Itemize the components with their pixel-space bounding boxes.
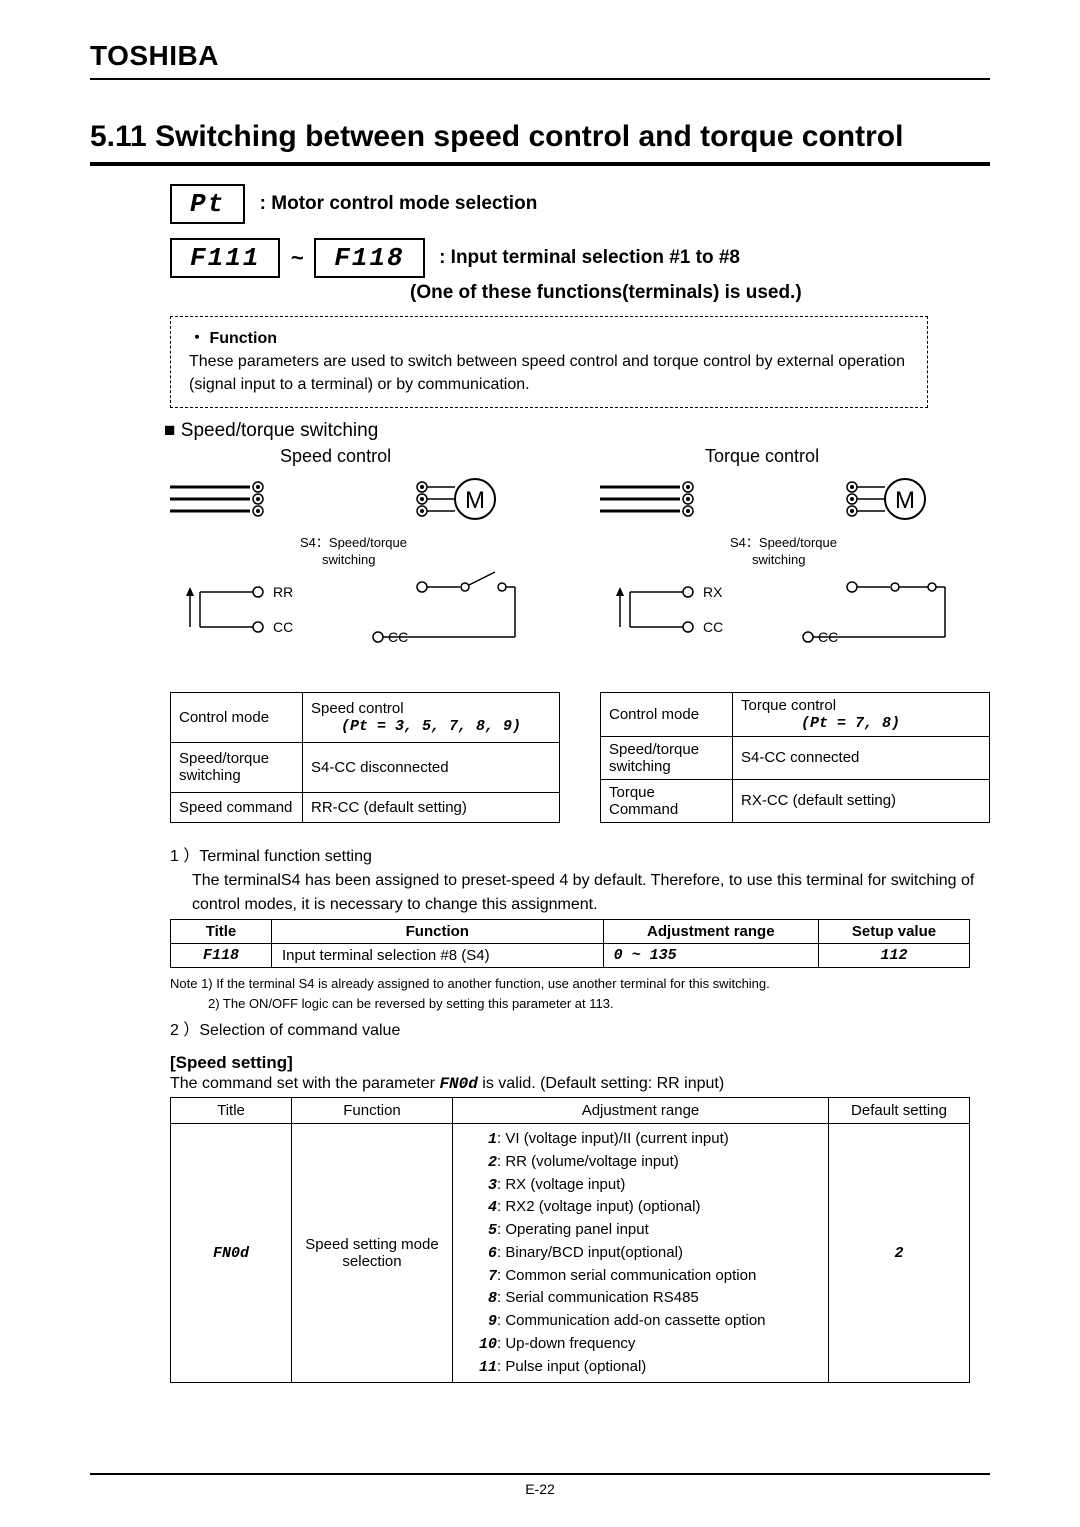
small-table-left: Control mode Speed control (Pt = 3, 5, 7… [170, 692, 560, 823]
t2-default: 2 [829, 1124, 970, 1383]
t2-range: 11: VI (voltage input)/II (current input… [453, 1124, 829, 1383]
svg-text:CC: CC [703, 619, 723, 635]
svg-text:S4：Speed/torque: S4：Speed/torque [730, 535, 837, 550]
small-table-right: Control mode Torque control (Pt = 7, 8) … [600, 692, 990, 823]
svg-text:RR: RR [273, 584, 293, 600]
diagrams-row: Speed control [170, 452, 990, 682]
seg-f118: F118 [314, 238, 424, 278]
table-speed-setting: Title Function Adjustment range Default … [170, 1097, 970, 1383]
svg-text:RX: RX [703, 584, 723, 600]
t1-func: Input terminal selection #8 (S4) [272, 943, 604, 967]
note-1: Note 1) If the terminal S4 is already as… [170, 974, 990, 995]
st-r-r2c2: S4-CC connected [733, 736, 990, 779]
note-2: 2) The ON/OFF logic can be reversed by s… [208, 994, 990, 1015]
param-pt-row: Pt : Motor control mode selection [170, 184, 990, 224]
seg-f111: F111 [170, 238, 280, 278]
svg-text:CC: CC [273, 619, 293, 635]
param-f-row: F111 ~ F118 : Input terminal selection #… [170, 238, 990, 278]
section-title: 5.11 Switching between speed control and… [90, 120, 990, 166]
t1-h1: Title [171, 919, 272, 943]
seg-pt: Pt [170, 184, 245, 224]
st-l-r2c2: S4-CC disconnected [303, 743, 560, 792]
param-f-sublabel: (One of these functions(terminals) is us… [410, 282, 990, 304]
svg-text:M: M [895, 487, 915, 514]
st-l-r1c1: Control mode [171, 692, 303, 743]
st-r-r1c2: Torque control (Pt = 7, 8) [733, 692, 990, 736]
step2: 2 ）Selection of command value [170, 1019, 990, 1043]
st-l-r3c1: Speed command [171, 792, 303, 822]
svg-text:switching: switching [752, 552, 805, 567]
st-r-r3c1: Torque Command [601, 779, 733, 822]
t1-value: 112 [819, 943, 970, 967]
speed-setting-line: The command set with the parameter FN0d … [170, 1075, 990, 1093]
t1-h4: Setup value [819, 919, 970, 943]
st-r-r2c1: Speed/torque switching [601, 736, 733, 779]
svg-text:M: M [465, 487, 485, 514]
diagram-torque: Torque control M S4：Speed/torque switchi… [600, 452, 990, 682]
diagram-speed: Speed control [170, 452, 560, 682]
t2-title: FN0d [171, 1124, 292, 1383]
small-tables-row: Control mode Speed control (Pt = 3, 5, 7… [170, 692, 990, 823]
t1-title: F118 [171, 943, 272, 967]
t2-func: Speed setting mode selection [292, 1124, 453, 1383]
t2-h2: Function [292, 1098, 453, 1124]
function-title: ・ Function [189, 327, 909, 350]
notes: Note 1) If the terminal S4 is already as… [170, 974, 990, 1016]
table-terminal-func: Title Function Adjustment range Setup va… [170, 919, 970, 968]
function-text: These parameters are used to switch betw… [189, 350, 909, 396]
step1-num: 1 ）Terminal function setting [170, 845, 990, 869]
st-l-r2c1: Speed/torque switching [171, 743, 303, 792]
tilde: ~ [291, 245, 304, 270]
svg-text:S4：Speed/torque: S4：Speed/torque [300, 535, 407, 550]
t1-range: 0 ~ 135 [603, 943, 818, 967]
t1-h3: Adjustment range [603, 919, 818, 943]
param-f-label: : Input terminal selection #1 to #8 [439, 247, 740, 269]
step1: 1 ）Terminal function setting The termina… [170, 845, 990, 917]
st-r-r1c1: Control mode [601, 692, 733, 736]
st-l-r3c2: RR-CC (default setting) [303, 792, 560, 822]
st-l-r1c2: Speed control (Pt = 3, 5, 7, 8, 9) [303, 692, 560, 743]
st-r-r3c2: RX-CC (default setting) [733, 779, 990, 822]
speed-setting-label: [Speed setting] [170, 1053, 990, 1073]
svg-text:switching: switching [322, 552, 375, 567]
t2-h4: Default setting [829, 1098, 970, 1124]
brand-logo: TOSHIBA [90, 40, 990, 80]
switch-subtitle: Speed/torque switching [164, 420, 990, 442]
page-number: E-22 [0, 1481, 1080, 1497]
param-pt-label: : Motor control mode selection [260, 193, 538, 215]
function-box: ・ Function These parameters are used to … [170, 316, 928, 408]
step1-text: The terminalS4 has been assigned to pres… [192, 869, 990, 917]
t2-h3: Adjustment range [453, 1098, 829, 1124]
t1-h2: Function [272, 919, 604, 943]
t2-h1: Title [171, 1098, 292, 1124]
footer-rule [90, 1473, 990, 1475]
